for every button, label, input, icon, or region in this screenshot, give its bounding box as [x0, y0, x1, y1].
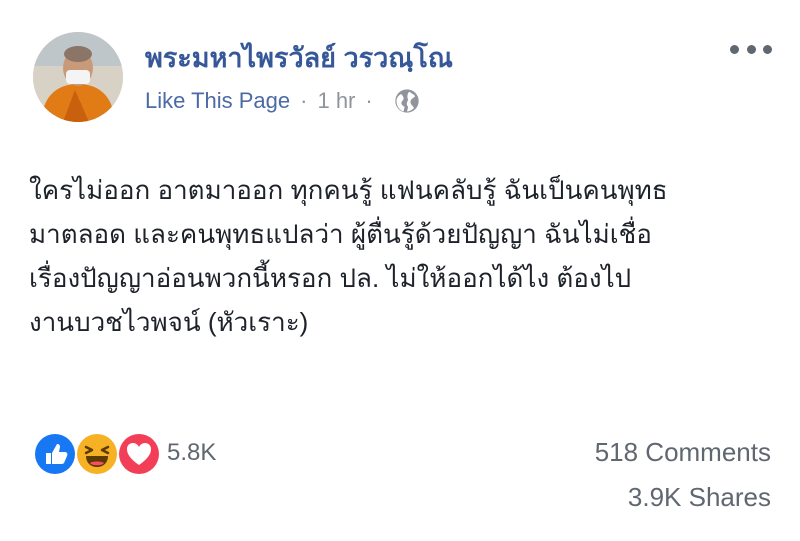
like-icon [33, 432, 77, 476]
more-dot-icon [746, 44, 756, 54]
post-timestamp[interactable]: 1 hr [317, 88, 355, 114]
monk-photo-icon [33, 32, 123, 122]
meta-separator: · [300, 88, 308, 113]
page-name-link[interactable]: พระมหาไพรวัลย์ วรวณฺโณ [145, 36, 453, 79]
globe-icon[interactable] [393, 87, 421, 115]
love-icon [117, 432, 161, 476]
shares-count-link[interactable]: 3.9K Shares [628, 482, 771, 513]
reactions-summary[interactable]: 5.8K [33, 432, 217, 476]
more-options-button[interactable] [730, 34, 772, 64]
post-text-line: ใครไม่ออก อาตมาออก ทุกคนรู้ แฟนคลับรู้ ฉ… [29, 175, 668, 205]
more-dot-icon [730, 44, 739, 54]
post-text-line: งานบวชไวพจน์ (หัวเราะ) [29, 307, 309, 337]
meta-separator: · [365, 88, 373, 113]
reaction-icons [33, 432, 161, 476]
like-page-link[interactable]: Like This Page [145, 88, 290, 114]
post-text-line: เรื่องปัญญาอ่อนพวกนี้หรอก ปล. ไม่ให้ออกไ… [29, 263, 632, 293]
comments-count-link[interactable]: 518 Comments [595, 437, 771, 468]
more-dot-icon [763, 44, 772, 54]
reaction-count: 5.8K [167, 439, 217, 466]
post-body: ใครไม่ออก อาตมาออก ทุกคนรู้ แฟนคลับรู้ ฉ… [29, 168, 789, 344]
post-text-line: มาตลอด และคนพุทธแปลว่า ผู้ตื่นรู้ด้วยปัญ… [29, 219, 652, 249]
post-meta: Like This Page · 1 hr · [145, 86, 421, 116]
page-avatar[interactable] [33, 32, 123, 122]
haha-icon [75, 432, 119, 476]
